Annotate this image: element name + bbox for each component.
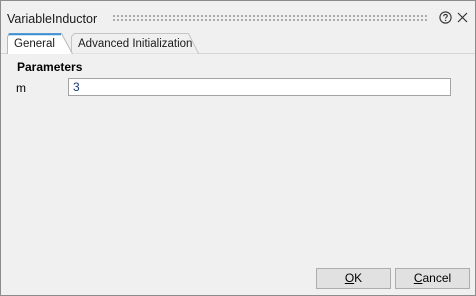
ok-mnemonic: O [344,271,355,285]
window-title: VariableInductor [7,12,98,26]
tab-label: General [14,38,55,50]
drag-grip-handle[interactable] [112,14,428,22]
dialog-window: VariableInductor Advanced Initialization [0,0,476,296]
param-m-input[interactable] [68,78,451,96]
general-tab-panel: Parameters m [1,54,475,264]
ok-label-rest: K [354,271,363,285]
title-bar[interactable]: VariableInductor [1,1,475,33]
ok-button[interactable]: OK [316,268,391,289]
tab-advanced-initialization[interactable]: Advanced Initialization [71,33,199,54]
cancel-label-rest: ancel [422,271,452,285]
tab-general[interactable]: General [7,33,73,54]
tab-strip: Advanced Initialization General [1,33,475,54]
help-icon[interactable] [439,11,452,24]
close-icon[interactable] [457,12,468,23]
param-m-label: m [16,81,26,95]
parameters-header: Parameters [17,60,83,74]
tab-label: Advanced Initialization [78,38,193,50]
cancel-button[interactable]: Cancel [395,268,470,289]
